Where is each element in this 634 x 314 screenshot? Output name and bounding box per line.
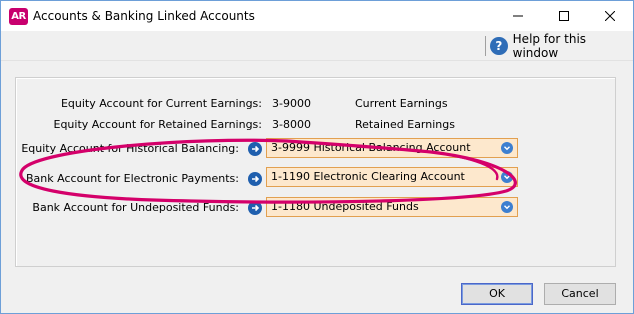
dialog-window: AR Accounts & Banking Linked Accounts ? … (0, 0, 634, 314)
close-icon (605, 11, 615, 21)
undeposited-funds-account-value: 1-1180 Undeposited Funds (271, 200, 419, 213)
help-label: Help for this window (512, 32, 587, 60)
current-earnings-code: 3-9000 (272, 97, 311, 110)
electronic-payments-label: Bank Account for Electronic Payments: (26, 172, 239, 185)
retained-earnings-label: Equity Account for Retained Earnings: (53, 118, 263, 131)
undeposited-funds-link-button[interactable] (248, 201, 262, 215)
current-earnings-label: Equity Account for Current Earnings: (60, 97, 262, 110)
chevron-down-icon[interactable] (501, 142, 513, 154)
electronic-payments-link-button[interactable] (248, 172, 262, 186)
arrow-right-icon (252, 145, 260, 153)
undeposited-funds-label: Bank Account for Undeposited Funds: (32, 201, 239, 214)
historical-balancing-account-value: 3-9999 Historical Balancing Account (271, 141, 471, 154)
historical-balancing-label: Equity Account for Historical Balancing: (21, 142, 239, 155)
retained-earnings-code: 3-8000 (272, 118, 311, 131)
historical-balancing-link-button[interactable] (248, 142, 262, 156)
help-for-this-window-link[interactable]: ? Help for this window (490, 32, 633, 60)
minimize-button[interactable] (495, 1, 541, 31)
chevron-down-icon[interactable] (501, 171, 513, 183)
chevron-down-icon[interactable] (501, 201, 513, 213)
app-logo-icon: AR (9, 8, 28, 25)
electronic-payments-account-value: 1-1190 Electronic Clearing Account (271, 170, 465, 183)
title-bar: AR Accounts & Banking Linked Accounts (1, 1, 633, 31)
cancel-button[interactable]: Cancel (544, 283, 616, 305)
retained-earnings-name: Retained Earnings (355, 118, 455, 131)
minimize-icon (513, 15, 523, 17)
toolbar-divider (485, 36, 486, 56)
maximize-button[interactable] (541, 1, 587, 31)
window-title: Accounts & Banking Linked Accounts (33, 9, 255, 23)
current-earnings-name: Current Earnings (355, 97, 448, 110)
help-icon: ? (490, 37, 508, 55)
undeposited-funds-account-select[interactable]: 1-1180 Undeposited Funds (266, 197, 518, 217)
historical-balancing-account-select[interactable]: 3-9999 Historical Balancing Account (266, 138, 518, 158)
help-toolbar: ? Help for this window (1, 31, 633, 61)
ok-button[interactable]: OK (461, 283, 533, 305)
electronic-payments-account-select[interactable]: 1-1190 Electronic Clearing Account (266, 167, 518, 187)
close-button[interactable] (587, 1, 633, 31)
maximize-icon (559, 11, 569, 21)
arrow-right-icon (252, 175, 260, 183)
arrow-right-icon (252, 204, 260, 212)
